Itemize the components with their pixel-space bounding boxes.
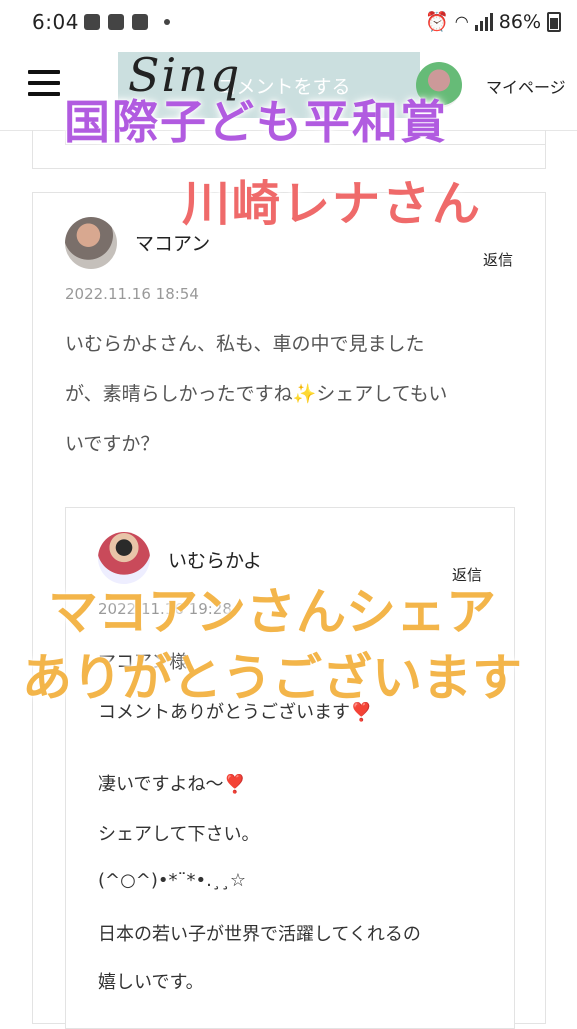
overlay-caption: ありがとうございます [22, 649, 522, 707]
mypage-link[interactable]: マイページ [486, 74, 566, 98]
signal-icon [474, 12, 493, 31]
reply-button[interactable]: 返信 [483, 249, 513, 270]
reply-line: 嬉しいです。 [98, 972, 204, 993]
status-time: 6:04 [32, 10, 79, 34]
wifi-icon: ◠ [454, 12, 469, 31]
reply-line: (^○^)•*¨*•.¸¸☆ [98, 870, 247, 891]
overlay-name: 川崎レナさん [182, 176, 483, 232]
reply-author[interactable]: いむらかよ [168, 546, 262, 573]
reply-line: 凄いですよね〜❣️ [98, 774, 246, 795]
battery-icon [547, 11, 561, 32]
reply-line: 日本の若い子が世界で活躍してくれるの [98, 924, 421, 945]
menu-icon[interactable] [28, 70, 60, 96]
comment-timestamp: 2022.11.16 18:54 [65, 285, 199, 303]
app-notification-icon [108, 14, 124, 30]
overlay-title: 国際子ども平和賞 [64, 95, 448, 149]
alarm-icon: ⏰ [425, 11, 449, 33]
avatar[interactable] [65, 217, 117, 269]
overlay-caption: マコアンさんシェア [48, 583, 496, 641]
comment-text: いむらかよさん、私も、車の中で見ました が、素晴らしかったですね✨シェアしてもい… [65, 333, 448, 455]
app-notification-icon [132, 14, 148, 30]
gallery-icon [84, 14, 100, 30]
battery-level: 86% [498, 10, 541, 33]
notification-icons [84, 14, 170, 30]
reply-line: シェアして下さい。 [98, 824, 260, 845]
more-notifications-icon [164, 19, 170, 25]
status-bar: 6:04 ⏰ ◠ 86% [0, 0, 577, 44]
status-right: ⏰ ◠ 86% [425, 10, 561, 33]
